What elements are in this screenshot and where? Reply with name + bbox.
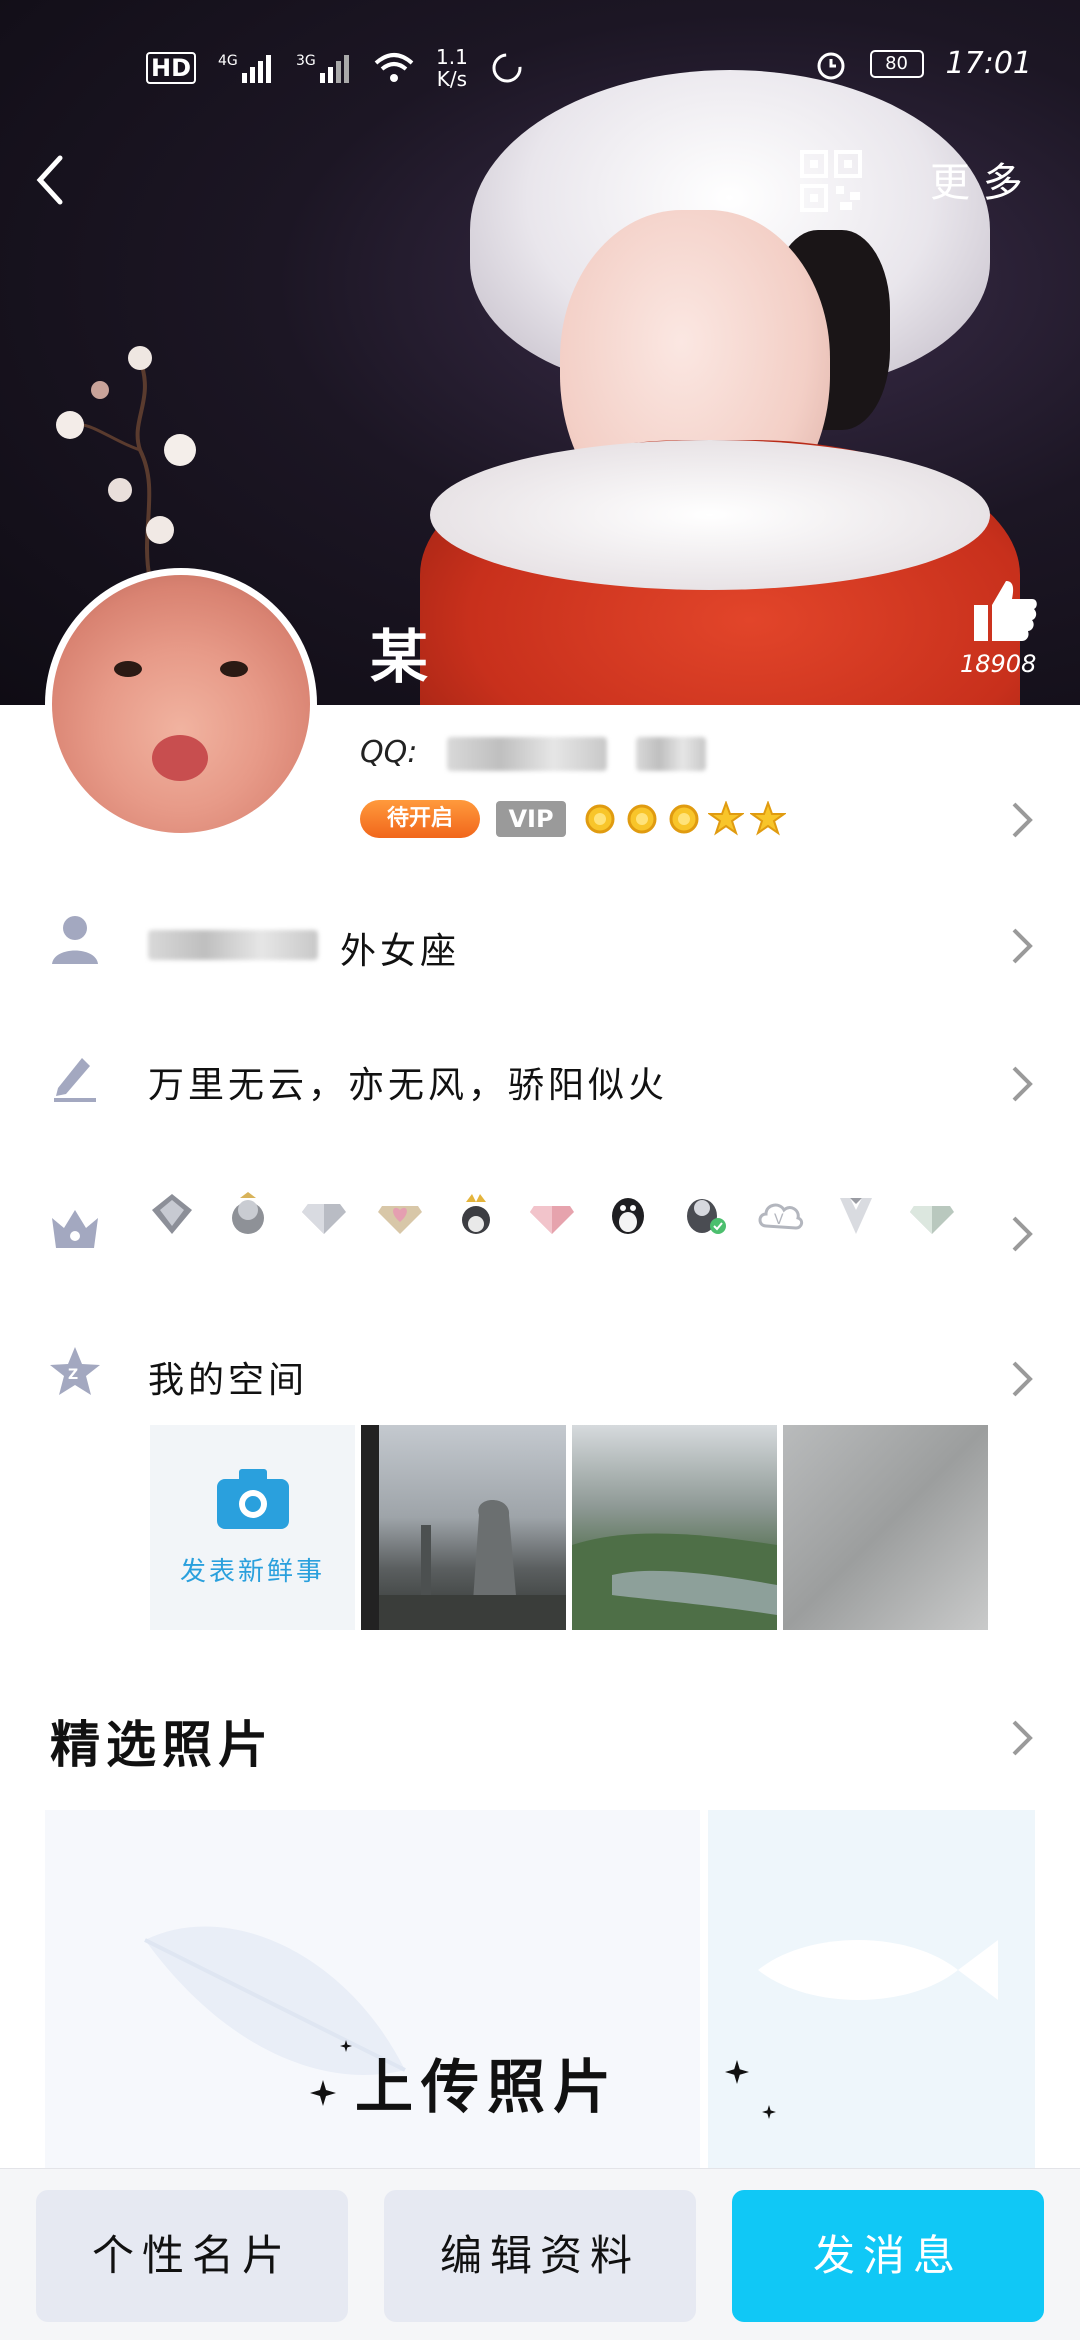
qq-number: QQ: (360, 735, 707, 771)
loading-icon (492, 53, 522, 83)
sparkle-icon (340, 2040, 352, 2052)
silver-diamond-icon (302, 1204, 346, 1234)
avatar-eye-right (220, 661, 248, 677)
cloud-v-icon: V (758, 1203, 804, 1230)
svg-text:V: V (774, 1212, 784, 1228)
chevron-right-icon[interactable] (1010, 1718, 1034, 1758)
edit-profile-button[interactable]: 编辑资料 (384, 2190, 696, 2322)
qzone-photo-2[interactable] (572, 1425, 777, 1630)
status-right: 80 17:01 (814, 46, 1032, 81)
rice-field-image (572, 1533, 777, 1630)
sparkle-icon (725, 2060, 749, 2084)
crown-icon (52, 1210, 98, 1248)
chevron-right-icon[interactable] (1010, 1064, 1034, 1104)
profile-page: HD 4G 3G 1.1 K/s 80 17:01 更 多 18908 某 QQ… (0, 0, 1080, 2340)
vip-badge[interactable]: VIP (496, 801, 566, 837)
clock: 17:01 (945, 46, 1032, 81)
qzone-photo-1[interactable] (361, 1425, 566, 1630)
sun-icon (669, 804, 699, 834)
signature-row[interactable]: 万里无云，亦无风，骄阳似火 (0, 1050, 1080, 1120)
cooling-tower-image (361, 1425, 566, 1630)
status-bar: HD 4G 3G 1.1 K/s 80 17:01 (0, 40, 1080, 100)
pink-diamond-icon (530, 1206, 574, 1234)
thumbs-up-icon[interactable] (970, 575, 1040, 645)
camera-icon (216, 1469, 289, 1529)
avatar-eye-left (114, 661, 142, 677)
sparkle-icon (310, 2080, 336, 2106)
bowtie-icon (840, 1198, 872, 1234)
penguin-check-icon (687, 1199, 726, 1234)
qq-number-blurred (446, 736, 607, 771)
qr-code-icon[interactable] (800, 150, 862, 212)
wifi-icon (374, 53, 414, 82)
profile-card-button[interactable]: 个性名片 (36, 2190, 348, 2322)
penguin-icon (612, 1198, 644, 1234)
diamond-medal-icon (152, 1194, 192, 1234)
qzone-tiles: 发表新鲜事 (150, 1425, 988, 1630)
chevron-right-icon[interactable] (1010, 1359, 1034, 1399)
heart-diamond-icon (378, 1206, 422, 1234)
user-name: 某 (370, 623, 429, 691)
signal-3g-icon: 3G (296, 53, 350, 83)
basic-info-row[interactable]: 外女座 (0, 912, 1080, 982)
avatar-lips (152, 735, 208, 781)
svg-text:Z: Z (68, 1367, 78, 1383)
battery-indicator: 80 (869, 49, 924, 78)
network-speed-value: 1.1 (436, 45, 468, 69)
upload-photo-title[interactable]: 上传照片 (355, 2040, 619, 2124)
qq-label: QQ: (360, 735, 418, 770)
crown-penguin-icon (462, 1194, 490, 1234)
qzone-photo-3[interactable] (783, 1425, 988, 1630)
pencil-icon (54, 1058, 96, 1102)
qzone-star-icon: Z (50, 1347, 100, 1395)
chevron-right-icon[interactable] (1010, 800, 1034, 840)
alarm-icon (817, 52, 845, 79)
person-icon (52, 916, 98, 964)
qq-number-blurred-2 (636, 736, 707, 771)
more-button[interactable]: 更 多 (930, 150, 1023, 208)
back-arrow-icon[interactable] (30, 150, 70, 210)
green-diamond-icon (910, 1206, 954, 1234)
qzone-label: 我的空间 (148, 1360, 309, 1401)
network-speed: 1.1 K/s (436, 46, 468, 90)
sun-icon (585, 804, 615, 834)
signal-4g-icon: 4G (218, 53, 272, 83)
featured-photos-title: 精选照片 (50, 1715, 274, 1774)
qzone-row[interactable]: Z 我的空间 (0, 1345, 1080, 1415)
like-count: 18908 (960, 650, 1037, 678)
upload-photo-card-2[interactable] (708, 1810, 1035, 2170)
badge-row[interactable]: 待开启 VIP (360, 800, 786, 838)
network-speed-unit: K/s (436, 67, 468, 91)
level-stars (582, 801, 786, 837)
fish-icon (758, 1940, 998, 2000)
zodiac-text: 外女座 (340, 931, 461, 972)
svg-text:3G: 3G (296, 53, 316, 69)
fur-collar (430, 440, 990, 590)
send-message-button[interactable]: 发消息 (732, 2190, 1044, 2322)
chevron-right-icon[interactable] (1010, 926, 1034, 966)
star-icon (708, 801, 744, 836)
star-icon (750, 801, 786, 836)
svg-text:4G: 4G (218, 53, 238, 69)
age-blurred (148, 930, 318, 960)
sun-icon (627, 804, 657, 834)
medal-list[interactable]: V (148, 1190, 956, 1238)
post-new-label: 发表新鲜事 (179, 1557, 325, 1587)
status-left: HD 4G 3G 1.1 K/s (146, 46, 524, 90)
bottom-action-bar: 个性名片 编辑资料 发消息 (0, 2168, 1080, 2340)
hd-icon: HD (146, 52, 197, 84)
post-new-button[interactable]: 发表新鲜事 (150, 1425, 355, 1630)
plum-blossom-branch (56, 346, 196, 581)
signature-text: 万里无云，亦无风，骄阳似火 (148, 1065, 669, 1106)
sparkle-icon (762, 2105, 776, 2119)
avatar[interactable] (45, 568, 317, 840)
vip-open-badge[interactable]: 待开启 (360, 800, 480, 838)
penguin-medal-icon (232, 1192, 264, 1234)
avatar-image (52, 575, 310, 833)
chevron-right-icon[interactable] (1010, 1214, 1034, 1254)
